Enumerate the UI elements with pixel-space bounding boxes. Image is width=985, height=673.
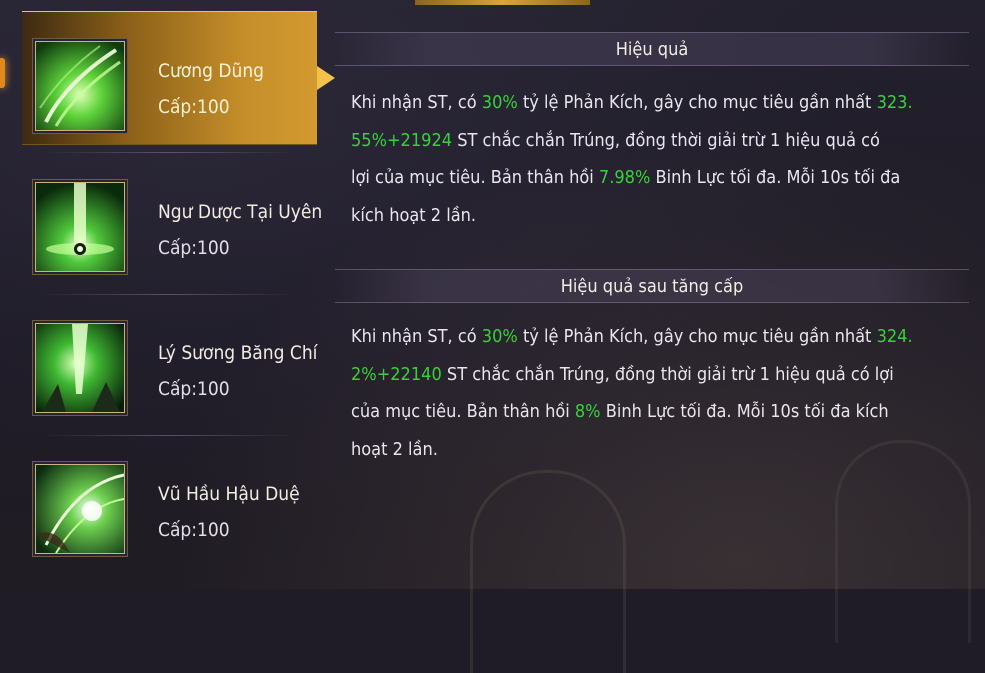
skill-name: Ngư Dược Tại Uyên bbox=[158, 201, 323, 223]
highlight-value: 8% bbox=[574, 401, 601, 422]
feather-burst-icon bbox=[35, 464, 125, 554]
skill-item-ngu-duoc-tai-uyen[interactable]: Ngư Dược Tại Uyên Cấp:100 bbox=[22, 153, 322, 285]
upgrade-description: Khi nhận ST, có 30% tỷ lệ Phản Kích, gây… bbox=[351, 318, 931, 468]
skill-item-vu-hau-hau-due[interactable]: Vũ Hầu Hậu Duệ Cấp:100 bbox=[22, 435, 317, 567]
highlight-value: 55%+21924 bbox=[351, 129, 453, 151]
highlight-value: 323. bbox=[876, 92, 913, 113]
skill-name: Vũ Hầu Hậu Duệ bbox=[158, 483, 300, 505]
upgrade-header: Hiệu quả sau tăng cấp bbox=[335, 269, 969, 303]
skill-name: Lý Sương Băng Chí bbox=[158, 342, 318, 364]
green-beam-icon bbox=[35, 182, 125, 272]
highlight-value: 30% bbox=[481, 92, 518, 113]
description-text: ST chắc chắn Trúng, đồng thời giải trừ 1… bbox=[452, 129, 880, 151]
description-text: Binh Lực tối đa. Mỗi 10s tối đa kích bbox=[600, 401, 889, 422]
effect-description: Khi nhận ST, có 30% tỷ lệ Phản Kích, gây… bbox=[351, 84, 931, 234]
highlight-value: 324. bbox=[876, 326, 913, 347]
skill-item-cuong-dung[interactable]: Cương Dũng Cấp:100 bbox=[22, 11, 335, 145]
description-text: ST chắc chắn Trúng, đồng thời giải trừ 1… bbox=[441, 363, 894, 385]
skill-level: Cấp:100 bbox=[158, 519, 230, 541]
top-tab-edge bbox=[415, 0, 590, 5]
description-text: Khi nhận ST, có bbox=[351, 326, 482, 347]
effect-title: Hiệu quả bbox=[615, 39, 689, 60]
highlight-value: 7.98% bbox=[598, 167, 651, 188]
highlight-value: 30% bbox=[481, 326, 518, 347]
left-accent-marker bbox=[0, 58, 5, 88]
description-text: tỷ lệ Phản Kích, gây cho mục tiêu gần nh… bbox=[517, 92, 877, 113]
description-text: Khi nhận ST, có bbox=[351, 92, 482, 113]
highlight-value: 2%+22140 bbox=[351, 363, 442, 385]
description-text: lợi của mục tiêu. Bản thân hồi bbox=[351, 167, 599, 188]
skill-level: Cấp:100 bbox=[158, 96, 230, 118]
description-text: của mục tiêu. Bản thân hồi bbox=[351, 401, 575, 422]
wind-slash-icon bbox=[35, 41, 125, 131]
description-text: tỷ lệ Phản Kích, gây cho mục tiêu gần nh… bbox=[517, 326, 877, 347]
skill-name: Cương Dũng bbox=[158, 60, 265, 82]
ice-spear-icon bbox=[35, 323, 125, 413]
upgrade-title: Hiệu quả sau tăng cấp bbox=[560, 276, 744, 297]
description-text: Binh Lực tối đa. Mỗi 10s tối đa bbox=[650, 167, 901, 188]
description-text: kích hoạt 2 lần. bbox=[351, 204, 477, 226]
effect-header: Hiệu quả bbox=[335, 32, 969, 66]
skill-list: Cương Dũng Cấp:100 Ngư Dược Tại Uyên Cấp… bbox=[22, 10, 335, 589]
skill-level: Cấp:100 bbox=[158, 237, 230, 259]
description-text: hoạt 2 lần. bbox=[351, 438, 438, 460]
skill-detail-panel: Hiệu quả Khi nhận ST, có 30% tỷ lệ Phản … bbox=[335, 26, 985, 589]
skill-level: Cấp:100 bbox=[158, 378, 230, 400]
skill-item-ly-suong-bang-chi[interactable]: Lý Sương Băng Chí Cấp:100 bbox=[22, 294, 317, 426]
